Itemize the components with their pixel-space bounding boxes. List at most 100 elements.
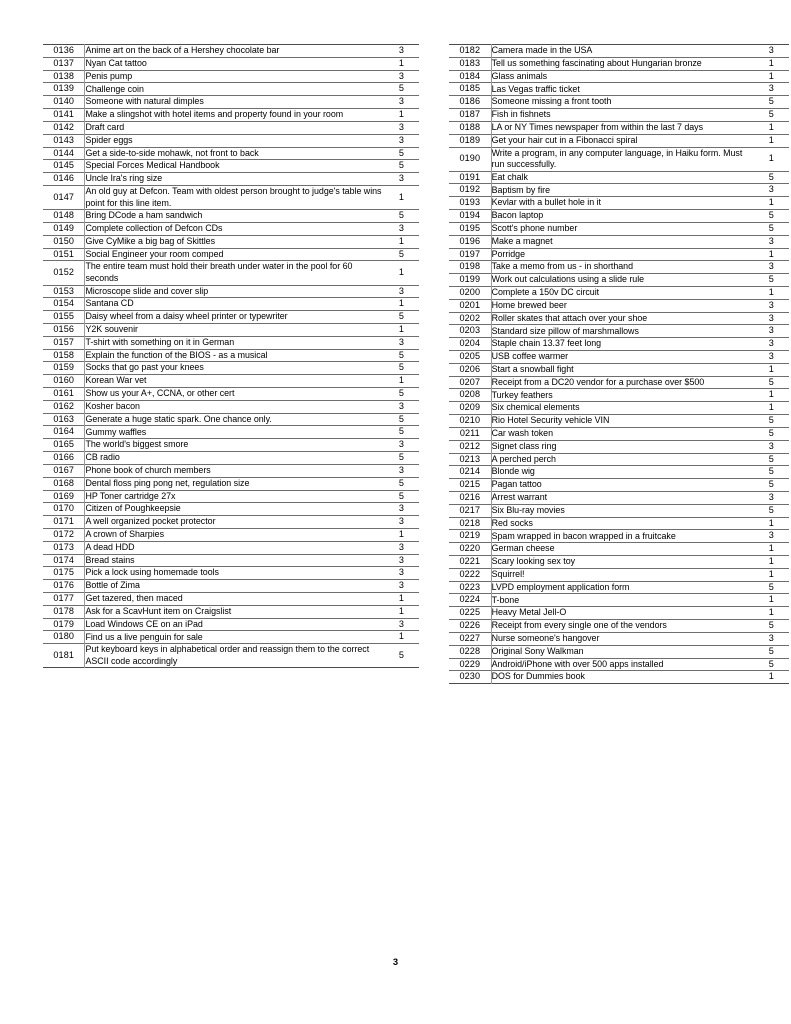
table-row: 0186 Someone missing a front tooth 5 [449,95,789,109]
item-points-cell: 3 [398,516,404,527]
item-id-cell: 0196 [449,235,492,249]
item-points-cell: 1 [398,323,404,334]
item-id-cell: 0173 [43,541,86,555]
item-points-cell: 3 [398,121,404,132]
item-description-cell: Draft card [85,121,125,132]
table-row: 0166 CB radio 5 [43,451,419,465]
item-description-cell: Kevlar with a bullet hole in it [491,197,601,208]
item-id-cell: 0171 [43,515,86,529]
item-points-cell: 5 [398,388,404,398]
item-id-cell: 0154 [43,297,86,311]
item-points-cell: 1 [398,109,404,120]
item-description-cell: Anime art on the back of a Hershey choco… [85,45,280,56]
table-row: 0140 Someone with natural dimples 3 [43,95,419,109]
item-id-cell: 0158 [43,349,86,362]
item-id-cell: 0213 [449,453,492,466]
item-id-cell: 0152 [43,260,86,285]
item-id-cell: 0137 [43,57,86,71]
table-row: 0173 A dead HDD 3 [43,541,419,555]
table-row: 0136 Anime art on the back of a Hershey c… [43,44,419,58]
table-row: 0149 Complete collection of Defcon CDs 3 [43,222,419,236]
table-row: 0205 USB coffee warmer 3 [449,350,789,364]
item-points-cell: 3 [768,184,774,195]
item-id-cell: 0180 [43,630,86,644]
item-id-cell: 0200 [449,286,492,300]
item-description-cell: Give CyMike a big bag of Skittles [85,235,215,246]
item-description-cell: Porridge [491,248,525,259]
item-points-cell: 1 [768,517,774,528]
item-description-cell: Nurse someone's hangover [491,633,600,644]
item-points-cell: 3 [768,338,774,349]
item-id-cell: 0166 [43,451,86,465]
item-description-cell: Challenge coin [85,83,144,94]
item-points-cell: 5 [398,349,404,360]
table-row: 0229 Android/iPhone with over 500 apps in… [449,658,789,671]
table-row: 0198 Take a memo from us - in shorthand 3 [449,260,789,274]
item-points-cell: 1 [768,389,774,400]
table-row: 0191 Eat chalk 5 [449,171,789,184]
table-row: 0143 Spider eggs 3 [43,134,419,147]
table-row: 0193 Kevlar with a bullet hole in it 1 [449,196,789,210]
item-id-cell: 0220 [449,542,492,556]
item-points-cell: 1 [768,134,774,145]
item-id-cell: 0187 [449,108,492,122]
item-id-cell: 0225 [449,606,492,620]
item-id-cell: 0140 [43,95,86,109]
item-description-cell: Show us your A+, CCNA, or other cert [85,388,235,399]
table-row: 0184 Glass animals 1 [449,70,789,83]
item-description-cell: The entire team must hold their breath u… [85,261,353,283]
item-points-cell: 3 [398,503,404,514]
item-id-cell: 0182 [449,44,492,58]
item-description-cell: Spam wrapped in bacon wrapped in a fruit… [491,530,676,541]
table-row: 0172 A crown of Sharpies 1 [43,528,419,542]
item-description-cell: Roller skates that attach over your shoe [491,312,648,323]
table-row: 0147 An old guy at Defcon. Team with olde… [43,185,419,210]
table-row: 0183 Tell us something fascinating about … [449,57,789,71]
table-row: 0152 The entire team must hold their brea… [43,260,419,285]
item-id-cell: 0222 [449,568,492,582]
item-description-cell: Car wash token [491,428,553,439]
item-id-cell: 0186 [449,95,492,109]
item-points-cell: 1 [398,593,404,603]
item-points-cell: 5 [768,504,774,515]
item-points-cell: 5 [768,376,774,387]
table-row: 0145 Special Forces Medical Handbook 5 [43,159,419,173]
item-points-cell: 1 [768,543,774,554]
table-row: 0141 Make a slingshot with hotel items an… [43,108,419,122]
item-id-cell: 0191 [449,171,492,184]
item-points-cell: 3 [398,96,404,107]
item-id-cell: 0189 [449,134,492,147]
table-row: 0164 Gummy waffles 5 [43,425,419,439]
item-description-cell: Spider eggs [85,134,133,145]
table-row: 0163 Generate a huge static spark. One ch… [43,413,419,426]
item-points-cell: 5 [398,311,404,322]
table-row: 0160 Korean War vet 1 [43,374,419,388]
item-description-cell: Baptism by fire [491,184,551,195]
item-id-cell: 0208 [449,388,492,402]
item-description-cell: German cheese [491,543,555,554]
item-points-cell: 3 [398,567,404,578]
item-description-cell: The world's biggest smore [85,439,189,450]
item-description-cell: Generate a huge static spark. One chance… [85,413,272,424]
item-id-cell: 0185 [449,82,492,96]
item-points-cell: 1 [398,375,404,386]
item-points-cell: 1 [768,556,774,567]
item-id-cell: 0153 [43,285,86,298]
item-description-cell: Scary looking sex toy [491,556,576,567]
item-description-cell: A perched perch [491,453,556,464]
table-row: 0169 HP Toner cartridge 27x 5 [43,490,419,503]
table-row: 0218 Red socks 1 [449,517,789,530]
item-description-cell: A well organized pocket protector [85,516,216,527]
item-id-cell: 0162 [43,400,86,414]
item-points-cell: 3 [768,235,774,246]
table-row: 0156 Y2K souvenir 1 [43,323,419,337]
item-points-cell: 5 [768,427,774,438]
table-row: 0202 Roller skates that attach over your … [449,312,789,325]
item-id-cell: 0217 [449,504,492,518]
item-id-cell: 0149 [43,222,86,236]
item-points-cell: 1 [768,402,774,413]
item-id-cell: 0179 [43,618,86,631]
item-points-cell: 3 [398,439,404,450]
item-points-cell: 3 [398,285,404,296]
item-id-cell: 0150 [43,235,86,249]
